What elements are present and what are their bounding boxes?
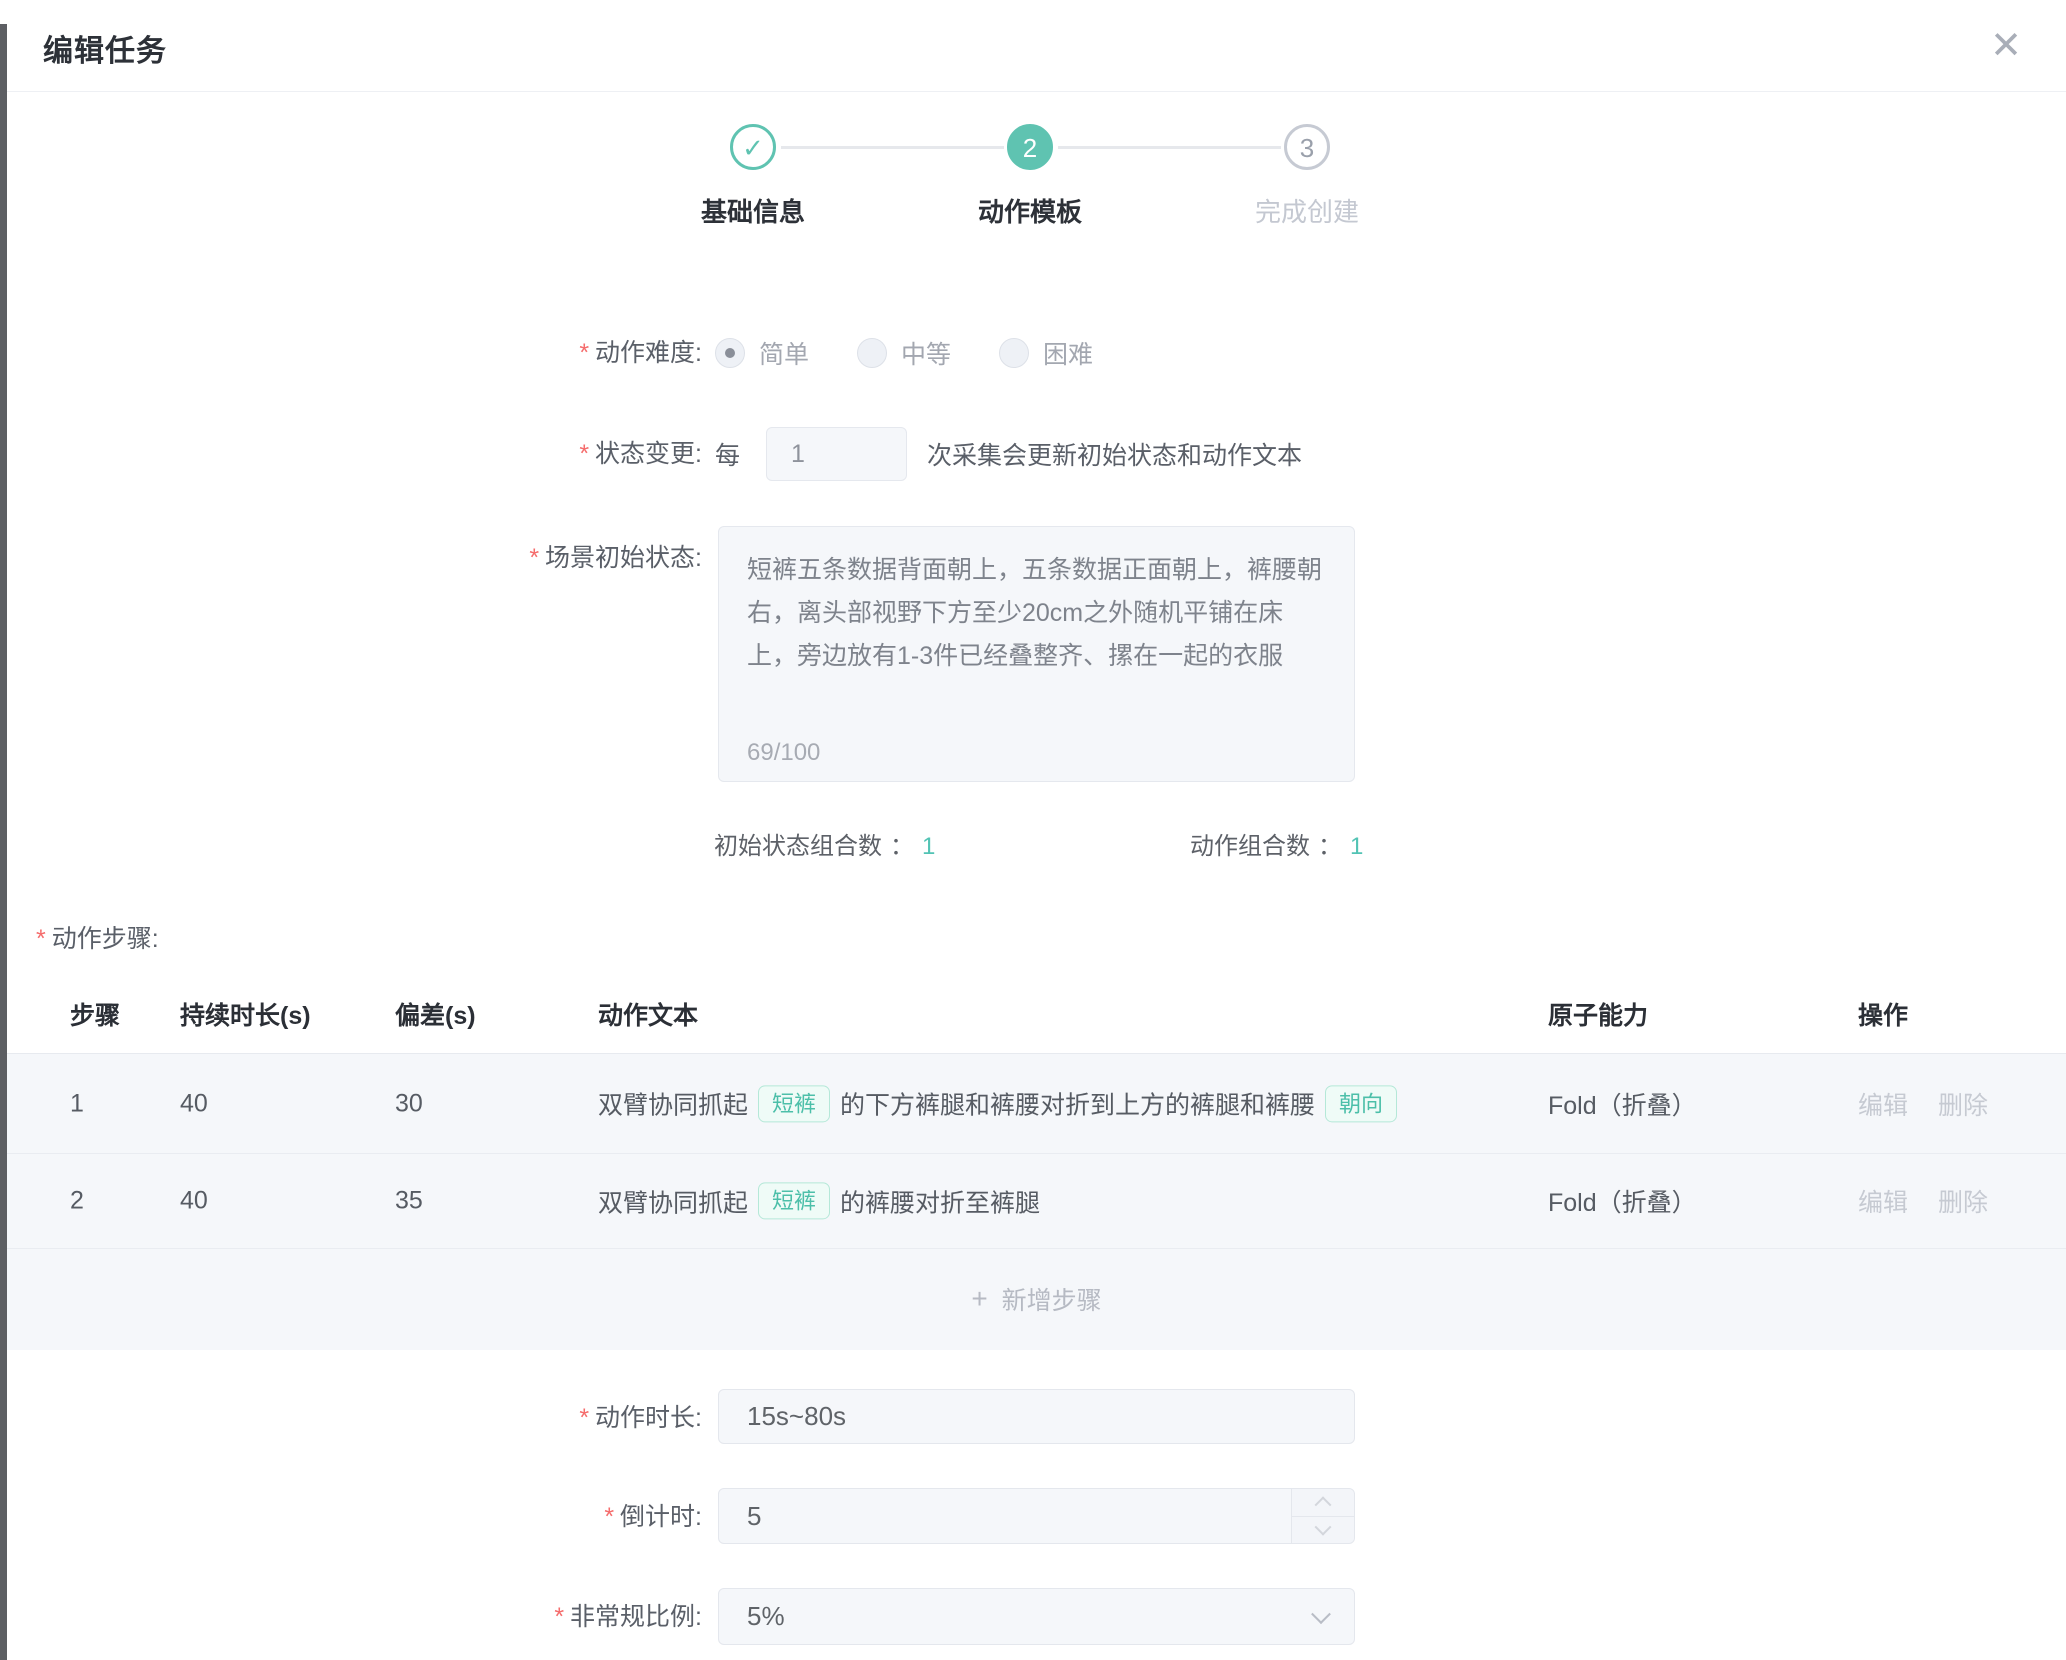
add-step-button[interactable]: + 新增步骤 bbox=[7, 1249, 2066, 1349]
required-mark: * bbox=[529, 544, 539, 572]
required-mark: * bbox=[554, 1603, 564, 1631]
cell-duration: 40 bbox=[180, 1089, 208, 1118]
col-header-action-text: 动作文本 bbox=[598, 996, 698, 1032]
required-mark: * bbox=[604, 1503, 614, 1531]
state-change-label: *状态变更: bbox=[372, 439, 702, 469]
cell-action-text: 双臂协同抓起 短裤 的下方裤腿和裤腰对折到上方的裤腿和裤腰 朝向 bbox=[598, 1085, 1407, 1122]
spinner-up-button[interactable] bbox=[1292, 1489, 1354, 1517]
col-header-actions: 操作 bbox=[1858, 996, 1908, 1032]
step-3-indicator: 3 bbox=[1284, 124, 1330, 170]
radio-unchecked-icon bbox=[999, 338, 1029, 368]
page-backdrop-edge bbox=[0, 24, 7, 1660]
difficulty-label: *动作难度: bbox=[372, 338, 702, 368]
add-step-label: 新增步骤 bbox=[1002, 1281, 1102, 1317]
cell-ability: Fold（折叠） bbox=[1548, 1183, 1697, 1219]
difficulty-radio-group: 简单 中等 困难 bbox=[715, 330, 1141, 376]
unusual-ratio-value bbox=[719, 1589, 1354, 1644]
required-mark: * bbox=[36, 925, 46, 953]
radio-option-hard[interactable]: 困难 bbox=[999, 335, 1093, 371]
state-change-input[interactable] bbox=[766, 427, 907, 481]
cell-ability: Fold（折叠） bbox=[1548, 1086, 1697, 1122]
radio-label: 中等 bbox=[901, 335, 951, 371]
radio-option-medium[interactable]: 中等 bbox=[857, 335, 951, 371]
initial-combo-value: 1 bbox=[922, 833, 935, 860]
object-tag: 短裤 bbox=[758, 1085, 830, 1122]
cell-duration: 40 bbox=[180, 1187, 208, 1216]
required-mark: * bbox=[579, 440, 589, 468]
state-change-suffix: 次采集会更新初始状态和动作文本 bbox=[927, 436, 1302, 472]
countdown-field bbox=[718, 1488, 1355, 1544]
chevron-down-icon bbox=[1315, 1518, 1332, 1535]
state-change-prefix: 每 bbox=[715, 436, 740, 472]
initial-state-textarea[interactable]: 短裤五条数据背面朝上，五条数据正面朝上，裤腰朝右，离头部视野下方至少20cm之外… bbox=[719, 527, 1354, 717]
close-icon[interactable]: ✕ bbox=[1980, 20, 2032, 72]
step-3-label: 完成创建 bbox=[1187, 192, 1427, 229]
edit-link[interactable]: 编辑 bbox=[1858, 1183, 1908, 1219]
col-header-duration: 持续时长(s) bbox=[180, 996, 311, 1032]
delete-link[interactable]: 删除 bbox=[1938, 1086, 1988, 1122]
stepper-connector bbox=[781, 146, 1004, 149]
edit-link[interactable]: 编辑 bbox=[1858, 1086, 1908, 1122]
char-counter: 69/100 bbox=[747, 739, 820, 767]
table-row: 2 40 35 双臂协同抓起 短裤 的裤腰对折至裤腿 Fold（折叠） 编辑 删… bbox=[7, 1154, 2066, 1249]
radio-label: 简单 bbox=[759, 335, 809, 371]
dialog-header: 编辑任务 ✕ bbox=[7, 0, 2066, 92]
action-steps-table: 1 40 30 双臂协同抓起 短裤 的下方裤腿和裤腰对折到上方的裤腿和裤腰 朝向… bbox=[7, 1054, 2066, 1350]
cell-deviation: 30 bbox=[395, 1089, 423, 1118]
unusual-ratio-select[interactable] bbox=[718, 1588, 1355, 1645]
countdown-input[interactable] bbox=[719, 1489, 1354, 1543]
dialog-title: 编辑任务 bbox=[43, 26, 167, 70]
cell-step: 2 bbox=[70, 1187, 84, 1216]
radio-checked-icon bbox=[715, 338, 745, 368]
initial-state-textarea-wrap: 短裤五条数据背面朝上，五条数据正面朝上，裤腰朝右，离头部视野下方至少20cm之外… bbox=[718, 526, 1355, 782]
stepper-connector bbox=[1058, 146, 1281, 149]
initial-state-label: *场景初始状态: bbox=[372, 543, 702, 573]
action-duration-label: *动作时长: bbox=[372, 1403, 702, 1433]
plus-icon: + bbox=[971, 1283, 987, 1315]
radio-option-easy[interactable]: 简单 bbox=[715, 335, 809, 371]
number-spinner bbox=[1291, 1489, 1354, 1543]
initial-combo-count: 初始状态组合数：1 bbox=[714, 826, 935, 861]
cell-action-text: 双臂协同抓起 短裤 的裤腰对折至裤腿 bbox=[598, 1182, 1040, 1219]
col-header-deviation: 偏差(s) bbox=[395, 996, 476, 1032]
required-mark: * bbox=[579, 339, 589, 367]
chevron-up-icon bbox=[1315, 1497, 1332, 1514]
action-steps-section-label: *动作步骤: bbox=[36, 919, 159, 955]
radio-unchecked-icon bbox=[857, 338, 887, 368]
table-row: 1 40 30 双臂协同抓起 短裤 的下方裤腿和裤腰对折到上方的裤腿和裤腰 朝向… bbox=[7, 1054, 2066, 1154]
action-duration-input[interactable] bbox=[719, 1390, 1354, 1443]
cell-deviation: 35 bbox=[395, 1187, 423, 1216]
countdown-label: *倒计时: bbox=[372, 1502, 702, 1532]
col-header-ability: 原子能力 bbox=[1548, 996, 1648, 1032]
object-tag: 短裤 bbox=[758, 1182, 830, 1219]
col-header-step: 步骤 bbox=[70, 996, 120, 1032]
cell-actions: 编辑 删除 bbox=[1858, 1086, 2018, 1122]
radio-label: 困难 bbox=[1043, 335, 1093, 371]
action-combo-value: 1 bbox=[1350, 833, 1363, 860]
state-change-row: 每 次采集会更新初始状态和动作文本 bbox=[715, 426, 1302, 482]
action-combo-count: 动作组合数：1 bbox=[1190, 826, 1363, 861]
orientation-tag: 朝向 bbox=[1325, 1085, 1397, 1122]
step-2-indicator: 2 bbox=[1007, 124, 1053, 170]
unusual-ratio-label: *非常规比例: bbox=[372, 1602, 702, 1632]
cell-actions: 编辑 删除 bbox=[1858, 1183, 2018, 1219]
cell-step: 1 bbox=[70, 1089, 84, 1118]
action-duration-field bbox=[718, 1389, 1355, 1444]
step-1-check-icon: ✓ bbox=[730, 124, 776, 170]
delete-link[interactable]: 删除 bbox=[1938, 1183, 1988, 1219]
spinner-down-button[interactable] bbox=[1292, 1517, 1354, 1544]
step-1-label: 基础信息 bbox=[633, 192, 873, 229]
step-2-label: 动作模板 bbox=[910, 192, 1150, 229]
required-mark: * bbox=[579, 1404, 589, 1432]
